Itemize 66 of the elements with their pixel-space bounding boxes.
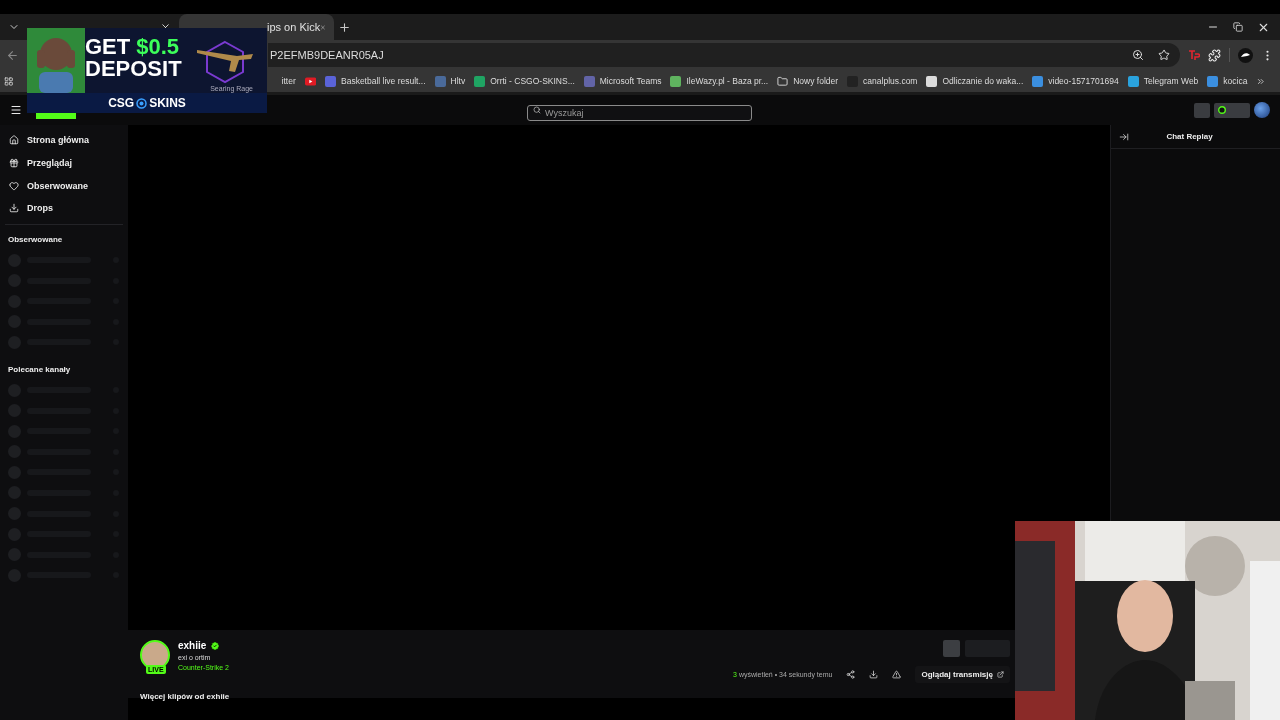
restore-icon[interactable] xyxy=(1233,22,1243,32)
tray-icon xyxy=(9,203,19,214)
brand-text: SKINS xyxy=(149,96,186,110)
new-tab-icon[interactable] xyxy=(337,20,351,34)
bookmark-icon xyxy=(1207,75,1219,87)
bookmark[interactable]: Basketball live result... xyxy=(325,75,426,87)
sidebar-item[interactable]: Przeglądaj xyxy=(5,151,123,175)
heart-icon xyxy=(9,180,19,191)
bookmark-icon xyxy=(583,75,595,87)
address-field[interactable]: P2EFMB9DEANR05AJ xyxy=(268,43,1180,67)
menu-icon[interactable] xyxy=(10,104,22,116)
bookmark[interactable]: IleWazy.pl - Baza pr... xyxy=(670,75,769,87)
ad-character-drawing xyxy=(27,28,85,93)
apps-icon[interactable] xyxy=(4,75,14,87)
share-icon[interactable] xyxy=(846,670,856,679)
star-icon[interactable] xyxy=(1158,49,1170,61)
bookmark[interactable]: Odliczanie do waka... xyxy=(926,75,1024,87)
section-title: Więcej klipów od exhiie xyxy=(140,692,230,701)
search-icon xyxy=(533,106,541,114)
logo xyxy=(36,113,76,119)
bookmark[interactable]: canalplus.com xyxy=(847,75,918,87)
watch-stream-button[interactable]: Oglądaj transmisję xyxy=(915,666,1010,683)
bookmark-icon xyxy=(474,75,486,87)
puzzle-icon[interactable] xyxy=(1208,48,1221,62)
bookmark[interactable]: Microsoft Teams xyxy=(583,75,662,87)
zoom-icon[interactable] xyxy=(1132,49,1144,61)
bookmark[interactable]: Hltv xyxy=(434,75,466,87)
warning-icon[interactable] xyxy=(892,670,902,679)
bookmark-icon xyxy=(670,75,682,87)
home-icon xyxy=(9,135,19,146)
brand-text: CSG xyxy=(108,96,135,110)
bookmark[interactable]: itter xyxy=(281,76,296,86)
sidebar-item[interactable]: Obserwowane xyxy=(5,174,123,198)
bookmark[interactable]: Nowy folder xyxy=(777,75,839,87)
bookmark-icon xyxy=(926,75,938,87)
chat-header: Chat Replay xyxy=(1111,125,1280,149)
folder-icon xyxy=(777,75,789,87)
download-icon[interactable] xyxy=(869,670,879,679)
ad-amount: $0.5 xyxy=(136,36,180,58)
extension-icon[interactable] xyxy=(1188,49,1200,61)
user-avatar[interactable] xyxy=(1254,102,1270,118)
sidebar-item[interactable]: Drops xyxy=(5,197,123,220)
gift-icon xyxy=(9,158,19,169)
section-title: Obserwowane xyxy=(7,233,64,246)
bookmark-icon xyxy=(1032,75,1044,87)
ad-headline: GET xyxy=(85,36,131,58)
bookmark[interactable]: video-1571701694 xyxy=(1032,75,1119,87)
bookmark[interactable]: Orrti - CSGO-SKINS... xyxy=(474,75,575,87)
section-title: Polecane kanały xyxy=(7,363,72,376)
search-field[interactable]: Wyszukaj xyxy=(527,105,752,121)
back-icon[interactable] xyxy=(6,48,19,62)
target-icon xyxy=(136,97,148,109)
bookmark-icon xyxy=(434,75,446,87)
status-icon xyxy=(1218,106,1226,114)
collapse-icon[interactable] xyxy=(1119,131,1129,142)
play-icon[interactable] xyxy=(304,76,316,86)
sidebar-item[interactable]: Strona główna xyxy=(5,129,123,152)
ad-headline: DEPOSIT xyxy=(85,58,182,80)
bookmark-icon xyxy=(1127,75,1139,87)
bookmark-icon xyxy=(325,75,336,87)
profile-avatar[interactable] xyxy=(1238,47,1253,63)
external-link-icon xyxy=(997,671,1004,678)
channel-name: exhiie xyxy=(178,640,207,651)
placeholder-block xyxy=(943,640,960,657)
bookmark[interactable]: Telegram Web xyxy=(1127,75,1199,87)
bookmark[interactable]: kocica xyxy=(1207,75,1248,87)
